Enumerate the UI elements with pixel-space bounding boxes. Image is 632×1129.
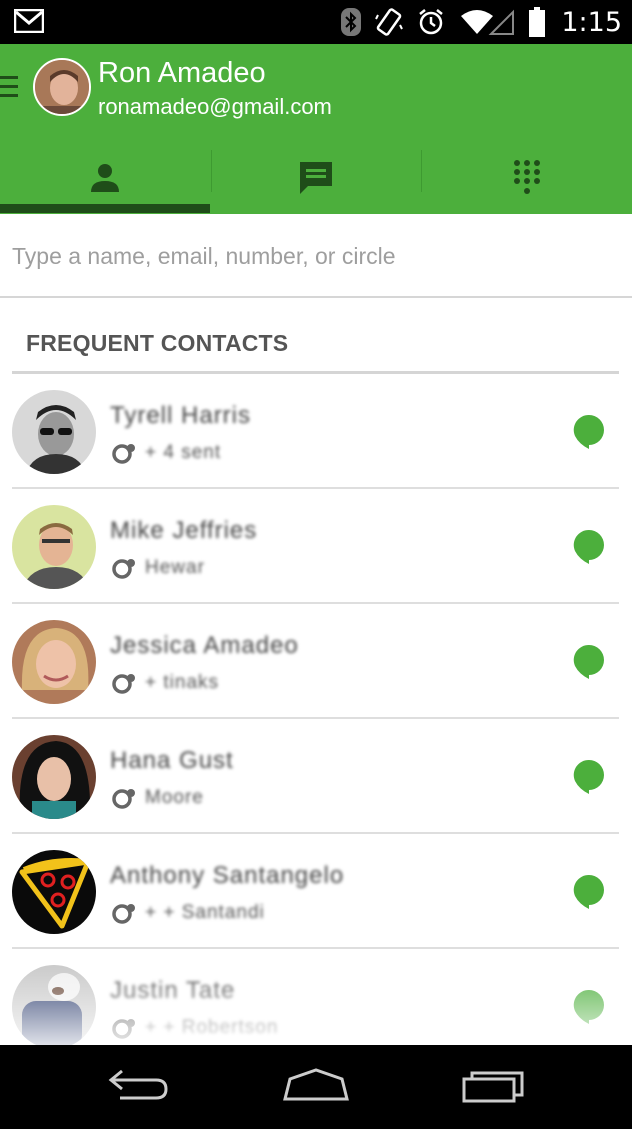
contact-detail: + + Robertson	[145, 1017, 279, 1038]
contact-avatar	[12, 965, 96, 1049]
contact-detail: + tinaks	[145, 672, 220, 693]
gmail-icon	[14, 9, 44, 33]
contact-detail: Moore	[145, 787, 204, 808]
account-email[interactable]: ronamadeo@gmail.com	[98, 93, 332, 121]
tab-contacts[interactable]	[0, 150, 211, 206]
hangouts-icon[interactable]	[573, 989, 605, 1025]
message-icon	[300, 162, 332, 194]
contact-list: Tyrell Harris + 4 sent Mike Jeffries Hew…	[0, 374, 632, 1064]
contact-detail: + 4 sent	[145, 442, 222, 463]
person-icon	[91, 164, 120, 192]
bluetooth-icon	[341, 8, 362, 36]
home-icon[interactable]	[282, 1067, 350, 1103]
battery-icon	[529, 7, 546, 37]
search-bar	[0, 214, 632, 298]
alarm-icon	[419, 9, 444, 35]
dialpad-icon	[513, 160, 540, 194]
hangouts-icon[interactable]	[573, 874, 605, 910]
list-item[interactable]: Jessica Amadeo + tinaks	[0, 604, 632, 719]
navigation-bar	[0, 1045, 632, 1129]
list-item[interactable]: Tyrell Harris + 4 sent	[0, 374, 632, 489]
recents-icon[interactable]	[462, 1067, 526, 1105]
status-bar: 1:15	[0, 0, 632, 44]
tab-messages[interactable]	[210, 150, 422, 206]
circles-icon	[112, 904, 135, 924]
contact-name: Mike Jeffries	[110, 517, 258, 544]
section-title: FREQUENT CONTACTS	[26, 330, 289, 356]
menu-icon[interactable]	[0, 76, 20, 98]
contact-detail: + + Santandi	[145, 902, 265, 923]
tab-dialpad[interactable]	[421, 150, 632, 206]
contact-name: Tyrell Harris	[110, 402, 252, 429]
hangouts-icon[interactable]	[573, 759, 605, 795]
list-item[interactable]: Mike Jeffries Hewar	[0, 489, 632, 604]
wifi-icon	[461, 9, 515, 35]
circles-icon	[112, 559, 135, 579]
hangouts-icon[interactable]	[573, 644, 605, 680]
contact-avatar	[12, 735, 96, 819]
search-input[interactable]	[12, 236, 612, 276]
contact-name: Hana Gust	[110, 747, 234, 774]
contact-name: Anthony Santangelo	[110, 862, 345, 889]
back-icon[interactable]	[108, 1067, 170, 1103]
circles-icon	[112, 674, 135, 694]
circles-icon	[112, 444, 135, 464]
selected-tab-indicator	[0, 204, 210, 213]
circles-icon	[112, 1019, 135, 1039]
vibrate-icon	[375, 8, 404, 36]
list-item[interactable]: Anthony Santangelo + + Santandi	[0, 834, 632, 949]
contact-name: Justin Tate	[110, 977, 236, 1004]
account-name[interactable]: Ron Amadeo	[98, 56, 266, 90]
circles-icon	[112, 789, 135, 809]
contact-avatar	[12, 850, 96, 934]
hangouts-icon[interactable]	[573, 529, 605, 565]
contact-detail: Hewar	[145, 557, 205, 578]
contact-avatar	[12, 390, 96, 474]
clock: 1:15	[561, 6, 622, 38]
contact-name: Jessica Amadeo	[110, 632, 299, 659]
hangouts-icon[interactable]	[573, 414, 605, 450]
contact-avatar	[12, 620, 96, 704]
account-avatar[interactable]	[33, 58, 91, 116]
list-item[interactable]: Hana Gust Moore	[0, 719, 632, 834]
contact-avatar	[12, 505, 96, 589]
